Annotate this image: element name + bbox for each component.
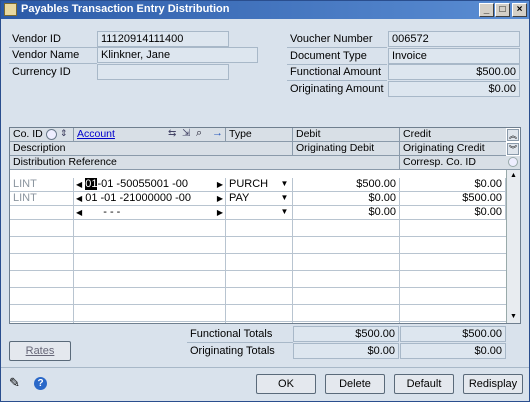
row3-debit[interactable]: $0.00 <box>293 206 400 220</box>
empty-rows[interactable] <box>10 220 506 323</box>
originating-total-debit: $0.00 <box>293 343 399 359</box>
scroll-up-icon[interactable]: ▲ <box>508 171 519 181</box>
voucher-number-field[interactable]: 006572 <box>388 31 520 47</box>
col-distribution-reference-header: Distribution Reference <box>10 156 400 170</box>
row3-segment-right-icon[interactable]: ▶ <box>217 206 223 219</box>
account-search-icon[interactable]: ⌕ <box>196 127 202 140</box>
row1-co-id[interactable]: LINT <box>10 178 74 192</box>
row2-segment-left-icon[interactable]: ◀ <box>76 194 82 203</box>
grid-scrollbar[interactable]: ▲ ▼ <box>506 170 520 323</box>
row2-type-select[interactable]: PAY ▼ <box>226 192 293 206</box>
rates-button[interactable]: Rates <box>9 341 71 361</box>
row2-type-dropdown-icon[interactable]: ▼ <box>279 192 290 204</box>
row3-type-select[interactable]: ▼ <box>226 206 293 220</box>
row1-account[interactable]: ◀ 01-01 -50055001 -00 ▶ <box>74 178 226 192</box>
row3-co-id[interactable] <box>10 206 74 220</box>
title-bar[interactable]: Payables Transaction Entry Distribution … <box>1 1 529 19</box>
expand-rows-icon[interactable]: ︾ <box>507 143 519 155</box>
account-list-icon[interactable]: ⇆ <box>168 128 176 139</box>
functional-amount-field: $500.00 <box>388 64 520 80</box>
window-title: Payables Transaction Entry Distribution <box>21 3 230 15</box>
col-originating-credit-header: Originating Credit <box>400 142 506 156</box>
row2-account[interactable]: ◀ 01 -01 -21000000 -00 ▶ <box>74 192 226 206</box>
row3-credit[interactable]: $0.00 <box>400 206 506 220</box>
originating-amount-label: Originating Amount <box>290 83 384 95</box>
functional-total-debit: $500.00 <box>293 326 399 342</box>
row1-type-dropdown-icon[interactable]: ▼ <box>279 178 290 190</box>
row1-credit[interactable]: $0.00 <box>400 178 506 192</box>
row1-debit[interactable]: $500.00 <box>293 178 400 192</box>
account-next-icon[interactable]: → <box>212 127 223 139</box>
col-type-header: Type <box>226 128 293 142</box>
document-type-label: Document Type <box>290 50 367 62</box>
row3-type-dropdown-icon[interactable]: ▼ <box>279 206 290 218</box>
delete-button[interactable]: Delete <box>325 374 385 394</box>
default-button[interactable]: Default <box>394 374 454 394</box>
vendor-id-field[interactable]: 11120914111400 <box>97 31 229 47</box>
row3-segment-left-icon[interactable]: ◀ <box>76 208 82 217</box>
originating-amount-field: $0.00 <box>388 81 520 97</box>
col-account-header[interactable]: Account <box>74 128 226 142</box>
col-corresp-co-id-header: Corresp. Co. ID <box>400 156 506 170</box>
row2-debit[interactable]: $0.00 <box>293 192 400 206</box>
window-icon <box>4 3 17 16</box>
ok-button[interactable]: OK <box>256 374 316 394</box>
vendor-name-field[interactable]: Klinkner, Jane <box>97 47 258 63</box>
account-expand-icon[interactable]: ⇲ <box>182 128 190 139</box>
distribution-grid[interactable]: Co. ID ⇕ Account ⇆ ⇲ ⌕ → Type Debit Cred… <box>9 127 521 324</box>
vendor-name-label: Vendor Name <box>12 49 80 61</box>
row2-credit[interactable]: $500.00 <box>400 192 506 206</box>
note-icon[interactable]: ✎ <box>9 376 25 390</box>
document-type-field: Invoice <box>388 48 520 64</box>
co-id-lookup-icon[interactable] <box>46 129 57 140</box>
functional-amount-label: Functional Amount <box>290 66 382 78</box>
row1-type-select[interactable]: PURCH ▼ <box>226 178 293 192</box>
col-debit-header: Debit <box>293 128 400 142</box>
payables-distribution-window: Payables Transaction Entry Distribution … <box>0 0 530 402</box>
sort-icon[interactable]: ⇕ <box>60 128 68 139</box>
col-originating-debit-header: Originating Debit <box>293 142 400 156</box>
originating-totals-label: Originating Totals <box>190 345 275 357</box>
currency-id-label: Currency ID <box>12 66 71 78</box>
collapse-rows-icon[interactable]: ︽ <box>507 129 519 141</box>
help-icon[interactable]: ? <box>34 377 47 390</box>
row2-co-id[interactable]: LINT <box>10 192 74 206</box>
voucher-number-label: Voucher Number <box>290 33 373 45</box>
row2-segment-right-icon[interactable]: ▶ <box>217 192 223 205</box>
row3-account[interactable]: ◀ - - - ▶ <box>74 206 226 220</box>
vendor-id-label: Vendor ID <box>12 33 61 45</box>
originating-total-credit: $0.00 <box>400 343 506 359</box>
minimize-button[interactable]: _ <box>479 3 494 17</box>
functional-total-credit: $500.00 <box>400 326 506 342</box>
row1-segment-left-icon[interactable]: ◀ <box>76 180 82 189</box>
account-link[interactable]: Account <box>77 128 115 140</box>
functional-totals-label: Functional Totals <box>190 328 273 340</box>
col-description-header: Description <box>10 142 293 156</box>
redisplay-button[interactable]: Redisplay <box>463 374 523 394</box>
close-button[interactable]: × <box>512 3 527 17</box>
col-credit-header: Credit <box>400 128 506 142</box>
scroll-down-icon[interactable]: ▼ <box>508 312 519 322</box>
row1-segment-right-icon[interactable]: ▶ <box>217 178 223 191</box>
maximize-button[interactable]: □ <box>495 3 510 17</box>
corresp-lookup-icon[interactable] <box>508 157 518 167</box>
currency-id-field[interactable] <box>97 64 229 80</box>
